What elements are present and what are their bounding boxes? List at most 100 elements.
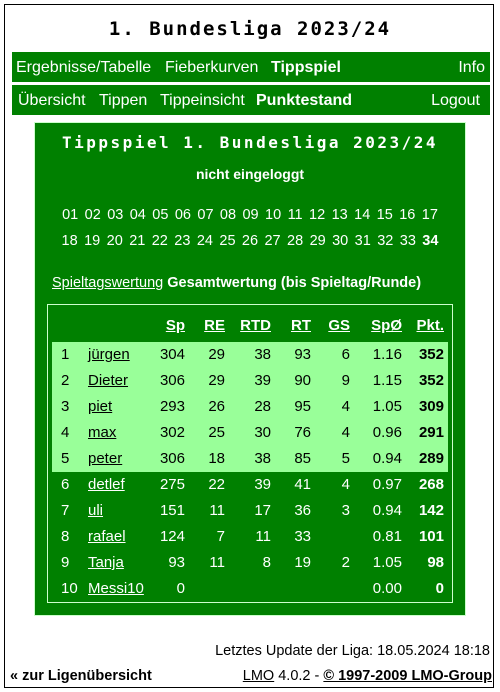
table-row: 8 rafael 124 7 11 33 0.81 101: [52, 524, 448, 550]
player-name-link[interactable]: Messi10: [88, 580, 144, 597]
page-title: 1. Bundesliga 2023/24: [108, 18, 392, 40]
nav-fieberkurven[interactable]: Fieberkurven: [165, 59, 258, 77]
round-link[interactable]: 22: [152, 233, 168, 249]
round-link[interactable]: 12: [309, 207, 325, 223]
player-name-link[interactable]: jürgen: [88, 346, 130, 363]
round-link[interactable]: 28: [287, 233, 303, 249]
player-name-link[interactable]: Dieter: [88, 372, 128, 389]
rtd-cell: 39: [254, 476, 271, 493]
round-link[interactable]: 29: [310, 233, 326, 249]
pkt-cell: 101: [418, 528, 444, 545]
re-cell: 25: [208, 424, 225, 441]
footer-credits: LMO 4.0.2 - © 1997-2009 LMO-Group: [243, 668, 492, 684]
gs-cell: 6: [341, 346, 350, 363]
rank-cell: 1: [61, 346, 70, 363]
round-link[interactable]: 05: [152, 207, 168, 223]
round-link[interactable]: 23: [174, 233, 190, 249]
col-re[interactable]: RE: [204, 317, 225, 334]
rank-cell: 4: [61, 424, 70, 441]
nav-info[interactable]: Info: [458, 59, 485, 77]
rtd-cell: 28: [254, 398, 271, 415]
col-rt[interactable]: RT: [291, 317, 311, 334]
round-link[interactable]: 08: [220, 207, 236, 223]
nav-ergebnisse-tabelle[interactable]: Ergebnisse/Tabelle: [16, 59, 151, 77]
col-spo[interactable]: SpØ: [371, 317, 402, 334]
tab-spieltagswertung[interactable]: Spieltagswertung: [52, 275, 163, 291]
rt-cell: 90: [294, 372, 311, 389]
gs-cell: 4: [341, 424, 350, 441]
round-link[interactable]: 03: [107, 207, 123, 223]
round-link[interactable]: 13: [332, 207, 348, 223]
lmo-link[interactable]: LMO: [243, 668, 274, 684]
round-link[interactable]: 32: [377, 233, 393, 249]
back-to-leagues-link[interactable]: « zur Ligenübersicht: [10, 668, 152, 684]
col-pkt[interactable]: Pkt.: [416, 317, 444, 334]
round-link[interactable]: 20: [107, 233, 123, 249]
nav-tippen[interactable]: Tippen: [99, 92, 147, 110]
gs-cell: 4: [341, 476, 350, 493]
round-link[interactable]: 16: [399, 207, 415, 223]
col-gs[interactable]: GS: [328, 317, 350, 334]
rank-cell: 7: [61, 502, 70, 519]
col-rtd[interactable]: RTD: [240, 317, 271, 334]
rt-cell: 85: [294, 450, 311, 467]
player-name-link[interactable]: max: [88, 424, 116, 441]
round-link[interactable]: 18: [62, 233, 78, 249]
round-link[interactable]: 11: [288, 207, 303, 223]
re-cell: 22: [208, 476, 225, 493]
sp-cell: 293: [159, 398, 185, 415]
round-link[interactable]: 10: [265, 207, 281, 223]
rt-cell: 95: [294, 398, 311, 415]
spo-cell: 1.16: [372, 346, 402, 363]
nav-punktestand[interactable]: Punktestand: [256, 92, 352, 110]
round-link[interactable]: 21: [129, 233, 145, 249]
round-link[interactable]: 30: [332, 233, 348, 249]
player-name-link[interactable]: Tanja: [88, 554, 124, 571]
rank-cell: 9: [61, 554, 70, 571]
round-link[interactable]: 33: [400, 233, 416, 249]
sp-cell: 306: [159, 372, 185, 389]
col-sp[interactable]: Sp: [166, 317, 185, 334]
player-name-link[interactable]: peter: [88, 450, 122, 467]
re-cell: 18: [208, 450, 225, 467]
pkt-cell: 142: [418, 502, 444, 519]
round-link[interactable]: 02: [85, 207, 101, 223]
player-name-link[interactable]: detlef: [88, 476, 125, 493]
player-name-link[interactable]: piet: [88, 398, 112, 415]
tippspiel-panel: Tippspiel 1. Bundesliga 2023/24 nicht ei…: [34, 122, 466, 616]
pkt-cell: 291: [418, 424, 444, 441]
round-link[interactable]: 27: [264, 233, 280, 249]
tab-gesamtwertung: Gesamtwertung (bis Spieltag/Runde): [167, 275, 422, 291]
nav-uebersicht[interactable]: Übersicht: [18, 92, 86, 110]
rtd-cell: 39: [254, 372, 271, 389]
nav-logout[interactable]: Logout: [431, 92, 480, 110]
round-link[interactable]: 24: [197, 233, 213, 249]
table-row: 10 Messi10 0 0.00 0: [52, 576, 448, 602]
table-row: 7 uli 151 11 17 36 3 0.94 142: [52, 498, 448, 524]
rtd-cell: 38: [254, 346, 271, 363]
nav-tippeinsicht[interactable]: Tippeinsicht: [160, 92, 245, 110]
round-link[interactable]: 14: [354, 207, 370, 223]
round-link[interactable]: 07: [197, 207, 213, 223]
sp-cell: 124: [159, 528, 185, 545]
round-link[interactable]: 15: [377, 207, 393, 223]
copyright-link[interactable]: © 1997-2009 LMO-Group: [323, 668, 492, 684]
scoring-tabs: Spieltagswertung Gesamtwertung (bis Spie…: [52, 275, 421, 291]
player-name-link[interactable]: rafael: [88, 528, 126, 545]
round-link[interactable]: 09: [242, 207, 258, 223]
round-link[interactable]: 01: [62, 207, 78, 223]
sp-cell: 304: [159, 346, 185, 363]
spo-cell: 0.00: [372, 580, 402, 597]
round-link[interactable]: 25: [219, 233, 235, 249]
round-link[interactable]: 06: [175, 207, 191, 223]
round-link[interactable]: 04: [130, 207, 146, 223]
round-link[interactable]: 31: [355, 233, 371, 249]
gs-cell: 3: [341, 502, 350, 519]
rtd-cell: 8: [262, 554, 271, 571]
round-link[interactable]: 17: [422, 207, 438, 223]
nav-tippspiel[interactable]: Tippspiel: [271, 59, 341, 77]
lmo-version: 4.0.2 -: [274, 668, 324, 684]
round-link[interactable]: 19: [84, 233, 100, 249]
round-link[interactable]: 26: [242, 233, 258, 249]
player-name-link[interactable]: uli: [88, 502, 103, 519]
